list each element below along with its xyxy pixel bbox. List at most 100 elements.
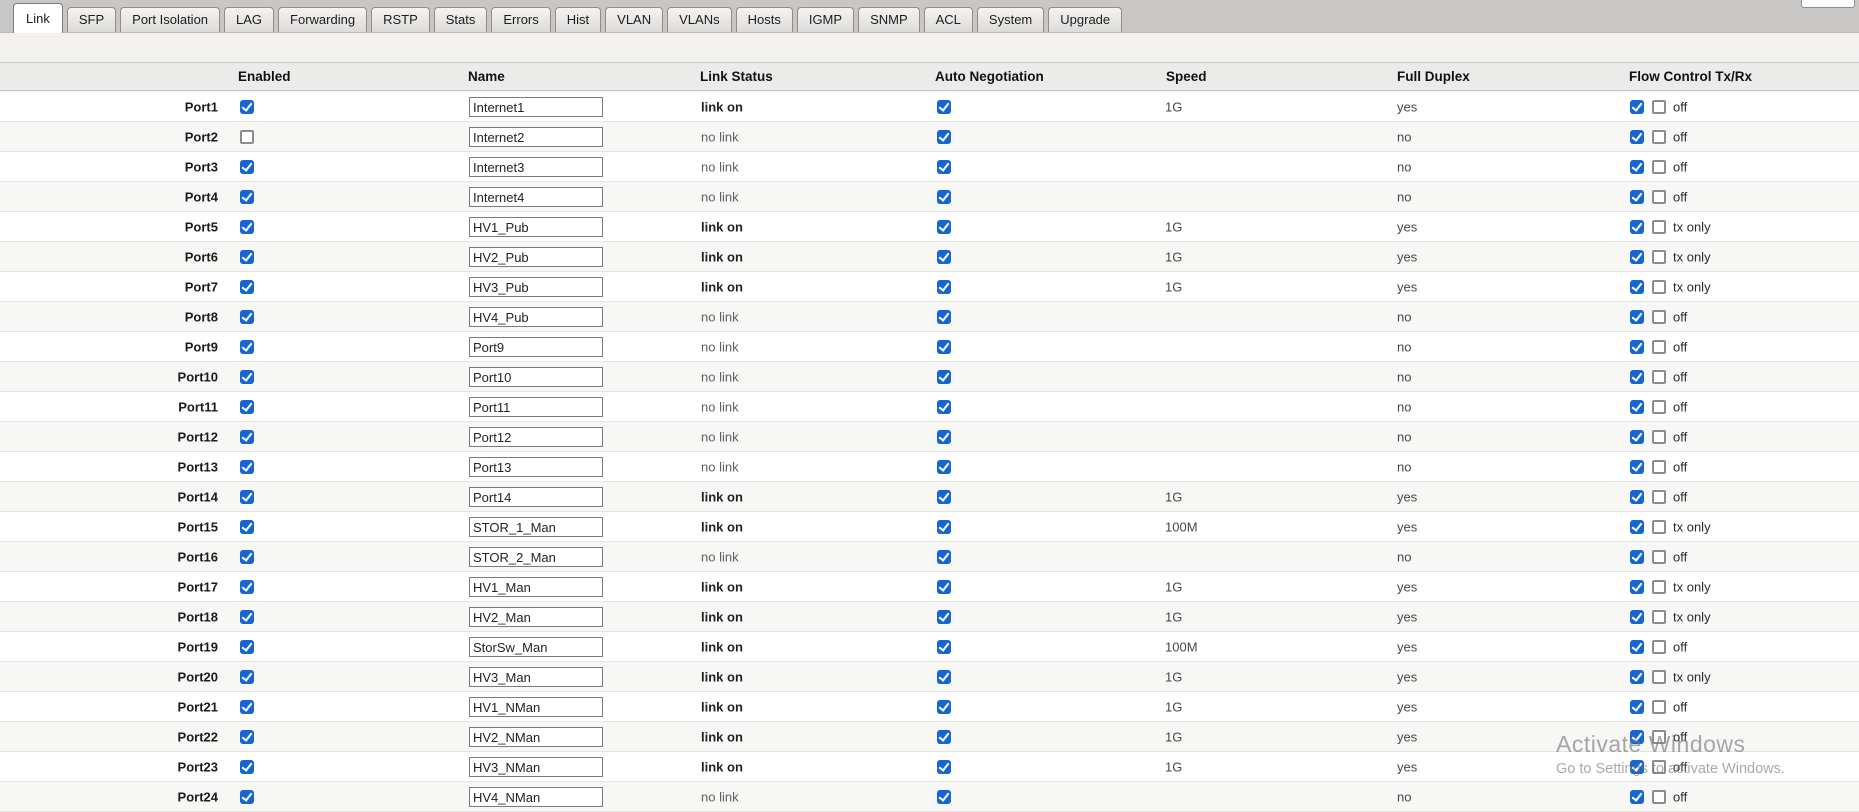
flow-control-rx-checkbox[interactable] [1652,250,1666,264]
port-name-input[interactable] [469,487,603,507]
enabled-checkbox[interactable] [240,220,254,234]
auto-negotiation-checkbox[interactable] [937,700,951,714]
enabled-checkbox[interactable] [240,340,254,354]
tab-system[interactable]: System [976,7,1045,32]
flow-control-rx-checkbox[interactable] [1652,490,1666,504]
enabled-checkbox[interactable] [240,250,254,264]
flow-control-tx-checkbox[interactable] [1630,340,1644,354]
tab-port-isolation[interactable]: Port Isolation [120,7,221,32]
auto-negotiation-checkbox[interactable] [937,580,951,594]
flow-control-tx-checkbox[interactable] [1630,760,1644,774]
auto-negotiation-checkbox[interactable] [937,100,951,114]
port-name-input[interactable] [469,367,603,387]
auto-negotiation-checkbox[interactable] [937,340,951,354]
tab-lag[interactable]: LAG [224,7,275,32]
flow-control-rx-checkbox[interactable] [1652,310,1666,324]
flow-control-tx-checkbox[interactable] [1630,130,1644,144]
flow-control-tx-checkbox[interactable] [1630,430,1644,444]
auto-negotiation-checkbox[interactable] [937,670,951,684]
flow-control-tx-checkbox[interactable] [1630,400,1644,414]
auto-negotiation-checkbox[interactable] [937,790,951,804]
flow-control-rx-checkbox[interactable] [1652,220,1666,234]
flow-control-tx-checkbox[interactable] [1630,280,1644,294]
port-name-input[interactable] [469,157,603,177]
tab-hosts[interactable]: Hosts [735,7,793,32]
tab-stats[interactable]: Stats [433,7,488,32]
auto-negotiation-checkbox[interactable] [937,430,951,444]
auto-negotiation-checkbox[interactable] [937,610,951,624]
auto-negotiation-checkbox[interactable] [937,550,951,564]
enabled-checkbox[interactable] [240,490,254,504]
flow-control-rx-checkbox[interactable] [1652,460,1666,474]
enabled-checkbox[interactable] [240,730,254,744]
auto-negotiation-checkbox[interactable] [937,370,951,384]
port-name-input[interactable] [469,667,603,687]
flow-control-rx-checkbox[interactable] [1652,160,1666,174]
flow-control-tx-checkbox[interactable] [1630,550,1644,564]
flow-control-tx-checkbox[interactable] [1630,520,1644,534]
flow-control-tx-checkbox[interactable] [1630,580,1644,594]
auto-negotiation-checkbox[interactable] [937,160,951,174]
flow-control-tx-checkbox[interactable] [1630,250,1644,264]
flow-control-rx-checkbox[interactable] [1652,430,1666,444]
flow-control-rx-checkbox[interactable] [1652,370,1666,384]
port-name-input[interactable] [469,727,603,747]
tab-acl[interactable]: ACL [923,7,973,32]
enabled-checkbox[interactable] [240,370,254,384]
auto-negotiation-checkbox[interactable] [937,460,951,474]
flow-control-rx-checkbox[interactable] [1652,730,1666,744]
flow-control-rx-checkbox[interactable] [1652,760,1666,774]
flow-control-rx-checkbox[interactable] [1652,400,1666,414]
auto-negotiation-checkbox[interactable] [937,310,951,324]
auto-negotiation-checkbox[interactable] [937,760,951,774]
port-name-input[interactable] [469,637,603,657]
port-name-input[interactable] [469,247,603,267]
auto-negotiation-checkbox[interactable] [937,220,951,234]
enabled-checkbox[interactable] [240,430,254,444]
flow-control-rx-checkbox[interactable] [1652,280,1666,294]
tab-hist[interactable]: Hist [554,7,602,32]
tab-errors[interactable]: Errors [491,7,551,32]
auto-negotiation-checkbox[interactable] [937,730,951,744]
enabled-checkbox[interactable] [240,760,254,774]
auto-negotiation-checkbox[interactable] [937,640,951,654]
port-name-input[interactable] [469,517,603,537]
flow-control-tx-checkbox[interactable] [1630,460,1644,474]
enabled-checkbox[interactable] [240,670,254,684]
flow-control-tx-checkbox[interactable] [1630,370,1644,384]
port-name-input[interactable] [469,397,603,417]
port-name-input[interactable] [469,217,603,237]
enabled-checkbox[interactable] [240,520,254,534]
flow-control-tx-checkbox[interactable] [1630,160,1644,174]
flow-control-rx-checkbox[interactable] [1652,520,1666,534]
tab-vlan[interactable]: VLAN [605,7,664,32]
flow-control-tx-checkbox[interactable] [1630,610,1644,624]
flow-control-rx-checkbox[interactable] [1652,670,1666,684]
flow-control-tx-checkbox[interactable] [1630,310,1644,324]
auto-negotiation-checkbox[interactable] [937,520,951,534]
flow-control-tx-checkbox[interactable] [1630,700,1644,714]
auto-negotiation-checkbox[interactable] [937,130,951,144]
enabled-checkbox[interactable] [240,130,254,144]
enabled-checkbox[interactable] [240,610,254,624]
port-name-input[interactable] [469,307,603,327]
flow-control-tx-checkbox[interactable] [1630,730,1644,744]
port-name-input[interactable] [469,127,603,147]
enabled-checkbox[interactable] [240,580,254,594]
tab-forwarding[interactable]: Forwarding [278,7,368,32]
flow-control-rx-checkbox[interactable] [1652,580,1666,594]
auto-negotiation-checkbox[interactable] [937,280,951,294]
tab-rstp[interactable]: RSTP [371,7,430,32]
port-name-input[interactable] [469,757,603,777]
enabled-checkbox[interactable] [240,190,254,204]
enabled-checkbox[interactable] [240,550,254,564]
port-name-input[interactable] [469,607,603,627]
enabled-checkbox[interactable] [240,100,254,114]
flow-control-tx-checkbox[interactable] [1630,670,1644,684]
port-name-input[interactable] [469,427,603,447]
flow-control-rx-checkbox[interactable] [1652,610,1666,624]
tab-link[interactable]: Link [13,3,63,33]
port-name-input[interactable] [469,547,603,567]
flow-control-rx-checkbox[interactable] [1652,100,1666,114]
tab-igmp[interactable]: IGMP [796,7,855,32]
